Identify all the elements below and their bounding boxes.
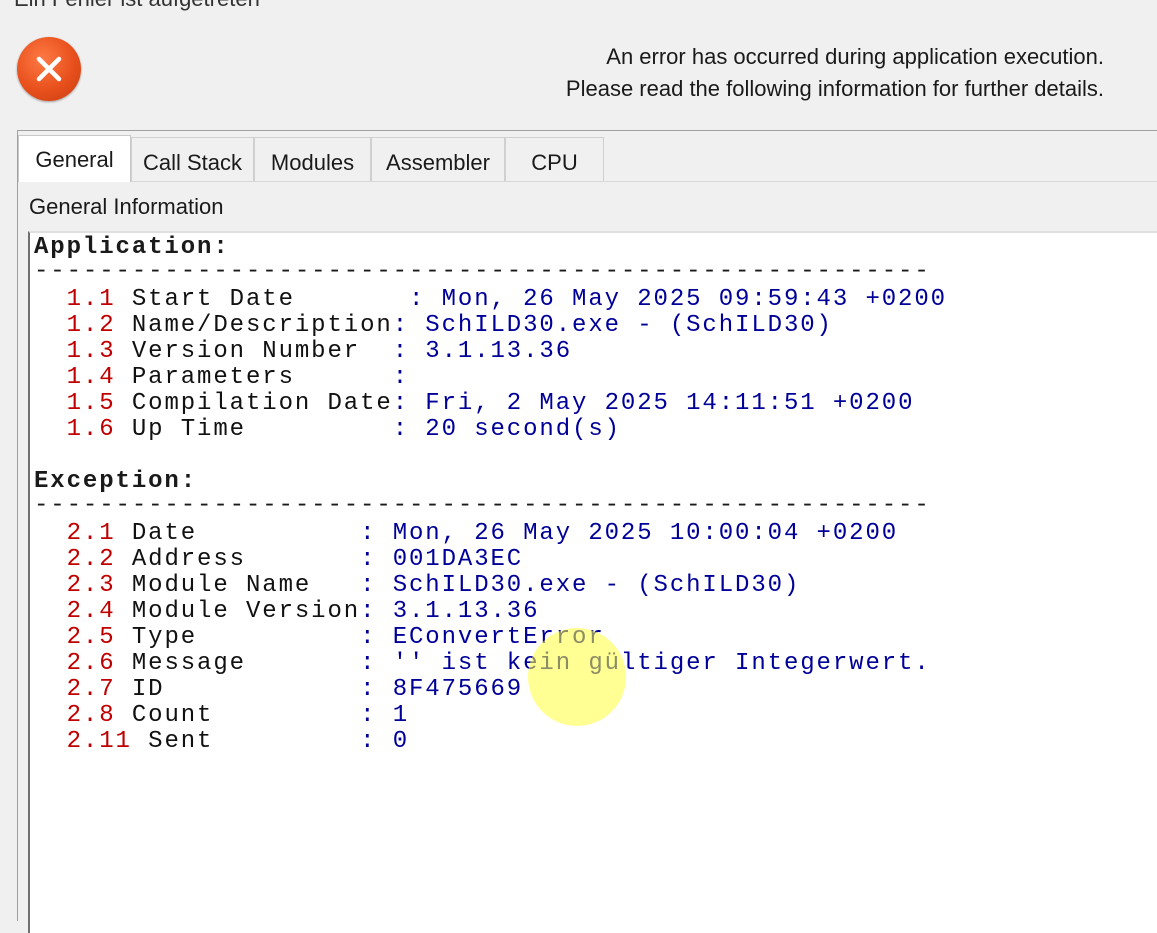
row-value: 0: [392, 728, 409, 755]
row-number: 2.4: [66, 598, 116, 625]
row-key: Up Time: [131, 416, 393, 443]
row-number: 1.1: [66, 286, 116, 313]
row-number: 1.3: [66, 338, 116, 365]
row-key: Count: [131, 702, 361, 729]
application-row: 1.2 Name/Description: SchILD30.exe - (Sc…: [66, 312, 833, 339]
error-x-icon: [17, 37, 81, 101]
details-panel: General Call Stack Modules Assembler CPU…: [17, 130, 1157, 933]
tab-modules[interactable]: Modules: [254, 137, 371, 181]
row-key: Module Name: [131, 572, 361, 599]
row-number: 2.6: [66, 650, 116, 677]
row-value: 3.1.13.36: [425, 338, 573, 365]
tab-strip: General Call Stack Modules Assembler CPU: [18, 135, 1157, 183]
row-value: SchILD30.exe - (SchILD30): [425, 312, 833, 339]
row-key: ID: [131, 676, 361, 703]
exception-row: 2.11 Sent : 0: [66, 728, 409, 755]
row-key: Type: [131, 624, 361, 651]
row-value: Fri, 2 May 2025 14:11:51 +0200: [425, 390, 915, 417]
exception-rule: ----------------------------------------…: [34, 492, 931, 519]
exception-row: 2.5 Type : EConvertError: [66, 624, 605, 651]
row-number: 2.1: [66, 520, 116, 547]
row-key: Start Date: [131, 286, 409, 313]
exception-row: 2.7 ID : 8F475669: [66, 676, 524, 703]
exception-row: 2.6 Message : '' ist kein gültiger Integ…: [66, 650, 931, 677]
application-row: 1.6 Up Time : 20 second(s): [66, 416, 621, 443]
row-key: Sent: [148, 728, 361, 755]
row-key: Parameters: [131, 364, 393, 391]
exception-row: 2.1 Date : Mon, 26 May 2025 10:00:04 +02…: [66, 520, 899, 547]
exception-row: 2.2 Address : 001DA3EC: [66, 546, 524, 573]
row-value: Mon, 26 May 2025 10:00:04 +0200: [392, 520, 899, 547]
cursor-highlight: [528, 628, 626, 726]
row-key: Name/Description: [131, 312, 393, 339]
row-number: 2.2: [66, 546, 116, 573]
row-number: 2.7: [66, 676, 116, 703]
row-key: Message: [131, 650, 361, 677]
row-number: 2.3: [66, 572, 116, 599]
application-rule: ----------------------------------------…: [34, 258, 931, 285]
row-number: 1.6: [66, 416, 116, 443]
exception-row: 2.3 Module Name : SchILD30.exe - (SchILD…: [66, 572, 801, 599]
section-label: General Information: [29, 194, 224, 219]
row-number: 1.4: [66, 364, 116, 391]
exception-row: 2.4 Module Version: 3.1.13.36: [66, 598, 540, 625]
tab-cpu[interactable]: CPU: [505, 137, 604, 181]
row-key: Version Number: [131, 338, 393, 365]
row-value: 20 second(s): [425, 416, 621, 443]
row-number: 2.8: [66, 702, 116, 729]
row-number: 2.5: [66, 624, 116, 651]
row-key: Date: [131, 520, 361, 547]
tab-call-stack[interactable]: Call Stack: [131, 137, 254, 181]
row-number: 2.11: [66, 728, 132, 755]
row-value: '' ist kein gültiger Integerwert.: [392, 650, 931, 677]
report-text-area[interactable]: Application: ---------------------------…: [28, 231, 1157, 933]
window-title-bar: Ein Fehler ist aufgetreten: [0, 0, 1157, 22]
error-message-line-2: Please read the following information fo…: [565, 76, 1104, 101]
application-row: 1.4 Parameters :: [66, 364, 426, 391]
exception-row: 2.8 Count : 1: [66, 702, 409, 729]
error-message-line-1: An error has occurred during application…: [606, 44, 1104, 69]
row-key: Compilation Date: [131, 390, 393, 417]
tab-general[interactable]: General: [18, 135, 131, 182]
application-row: 1.3 Version Number : 3.1.13.36: [66, 338, 573, 365]
row-key: Module Version: [131, 598, 361, 625]
row-value: Mon, 26 May 2025 09:59:43 +0200: [441, 286, 947, 313]
row-value: 3.1.13.36: [392, 598, 540, 625]
row-key: Address: [131, 546, 361, 573]
row-number: 1.5: [66, 390, 116, 417]
tab-assembler[interactable]: Assembler: [371, 137, 505, 181]
error-message: An error has occurred during application…: [440, 41, 1104, 105]
row-number: 1.2: [66, 312, 116, 339]
window-title: Ein Fehler ist aufgetreten: [14, 0, 260, 12]
application-row: 1.1 Start Date : Mon, 26 May 2025 09:59:…: [66, 286, 947, 313]
row-value: 8F475669: [392, 676, 524, 703]
row-value: SchILD30.exe - (SchILD30): [392, 572, 801, 599]
row-value: 001DA3EC: [392, 546, 524, 573]
row-value: 1: [392, 702, 409, 729]
application-row: 1.5 Compilation Date: Fri, 2 May 2025 14…: [66, 390, 915, 417]
